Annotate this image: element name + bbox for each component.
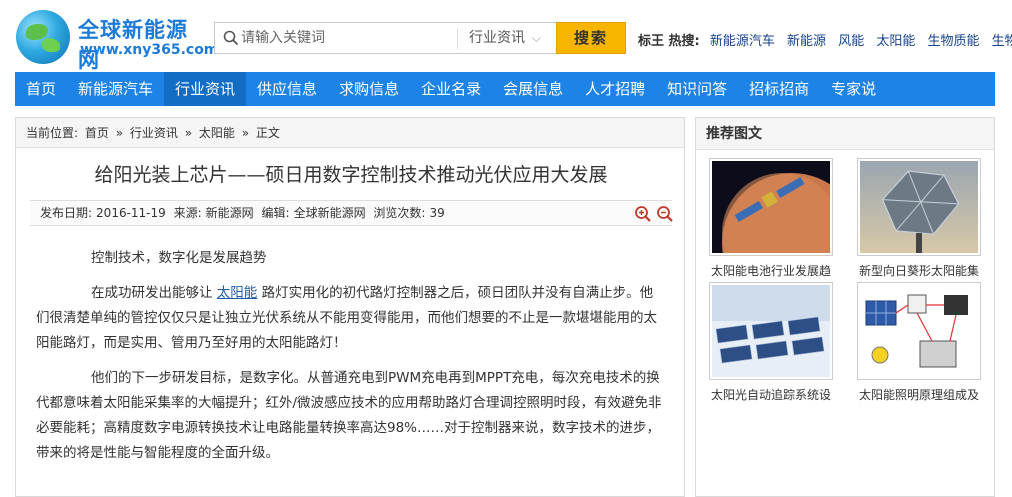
article-panel: 当前位置: 首页 » 行业资讯 » 太阳能 » 正文 给阳光装上芯片——硕日用数… <box>15 117 685 497</box>
chevron-down-icon: ⌵ <box>531 31 541 45</box>
breadcrumb: 当前位置: 首页 » 行业资讯 » 太阳能 » 正文 <box>16 118 684 148</box>
nav-item-purchase[interactable]: 求购信息 <box>328 72 410 106</box>
hot-link[interactable]: 生物质能 <box>928 34 980 49</box>
nav-item-nev[interactable]: 新能源汽车 <box>67 72 164 106</box>
recommended-caption[interactable]: 太阳能照明原理组成及 <box>854 386 984 403</box>
search-category-select[interactable]: 行业资讯 ⌵ <box>459 23 549 53</box>
hot-search: 标王 热搜: 新能源汽车 新能源 风能 太阳能 生物质能 生物燃 <box>638 30 1012 49</box>
hot-link[interactable]: 太阳能 <box>876 34 915 49</box>
recommended-item[interactable]: 太阳光自动追踪系统设 <box>706 282 836 403</box>
article-paragraph: 在成功研发出能够让 太阳能 路灯实用化的初代路灯控制器之后，硕日团队并没有自满止… <box>36 281 666 356</box>
article-paragraph: 他们的下一步研发目标，是数字化。从普通充电到PWM充电再到MPPT充电，每次充电… <box>36 370 662 461</box>
hot-link[interactable]: 风能 <box>838 34 864 49</box>
nav-item-jobs[interactable]: 人才招聘 <box>574 72 656 106</box>
sunflower-collector-thumbnail[interactable] <box>857 158 981 256</box>
recommended-caption[interactable]: 新型向日葵形太阳能集 <box>854 262 984 279</box>
article-meta: 发布日期: 2016-11-19 来源: 新能源网 编辑: 全球新能源网 浏览次数: 3… <box>30 200 674 226</box>
zoom-out-icon[interactable] <box>656 205 674 223</box>
nav-item-supply[interactable]: 供应信息 <box>246 72 328 106</box>
source-value: 新能源网 <box>205 206 254 220</box>
globe-logo-icon <box>16 10 70 64</box>
search-button[interactable]: 搜索 <box>556 22 626 54</box>
views-label: 浏览次数: <box>373 206 426 220</box>
logo-url: www.xny365.com <box>80 42 219 58</box>
breadcrumb-sep: » <box>184 126 193 140</box>
breadcrumb-sep: » <box>115 126 124 140</box>
recommended-item[interactable]: 太阳能电池行业发展趋 <box>706 158 836 279</box>
nav-item-exhibitions[interactable]: 会展信息 <box>492 72 574 106</box>
hot-link[interactable]: 新能源 <box>787 34 826 49</box>
recommended-item[interactable]: 新型向日葵形太阳能集 <box>854 158 984 279</box>
nav-item-bidding[interactable]: 招标招商 <box>738 72 820 106</box>
article-body: 控制技术，数字化是发展趋势 在成功研发出能够让 太阳能 路灯实用化的初代路灯控制… <box>36 246 666 476</box>
paragraph-text: 在成功研发出能够让 <box>91 285 217 301</box>
breadcrumb-item-current: 正文 <box>255 126 280 140</box>
solar-lighting-diagram-thumbnail[interactable] <box>857 282 981 380</box>
source-label: 来源: <box>173 206 202 220</box>
recommended-panel: 推荐图文 太阳能电池行业发展趋 新型向日葵形太阳能集 太阳光自动追踪系统设 太阳… <box>695 117 995 497</box>
breadcrumb-item-news[interactable]: 行业资讯 <box>130 126 178 140</box>
recommended-heading: 推荐图文 <box>696 118 994 150</box>
site-logo[interactable]: 全球新能源网 www.xny365.com <box>14 8 218 72</box>
date-label: 发布日期: <box>40 206 93 220</box>
editor-label: 编辑: <box>261 206 290 220</box>
satellite-thumbnail[interactable] <box>709 158 833 256</box>
nav-item-home[interactable]: 首页 <box>15 72 67 106</box>
nav-item-companies[interactable]: 企业名录 <box>410 72 492 106</box>
search-box: 行业资讯 ⌵ 搜索 <box>214 22 626 54</box>
editor-value: 全球新能源网 <box>293 206 366 220</box>
nav-item-experts[interactable]: 专家说 <box>820 72 887 106</box>
recommended-caption[interactable]: 太阳光自动追踪系统设 <box>706 386 836 403</box>
site-header: 全球新能源网 www.xny365.com 行业资讯 ⌵ 搜索 标王 热搜: 新… <box>0 0 1012 72</box>
solar-keyword-link[interactable]: 太阳能 <box>217 285 258 301</box>
solar-tracker-thumbnail[interactable] <box>709 282 833 380</box>
nav-item-industry-news[interactable]: 行业资讯 <box>164 72 247 106</box>
breadcrumb-sep: » <box>241 126 250 140</box>
search-category-value: 行业资讯 <box>469 30 525 46</box>
publish-date: 2016-11-19 <box>96 206 166 220</box>
article-paragraph: 控制技术，数字化是发展趋势 <box>91 250 267 266</box>
nav-item-qa[interactable]: 知识问答 <box>656 72 738 106</box>
main-nav: 首页 新能源汽车 行业资讯 供应信息 求购信息 企业名录 会展信息 人才招聘 知… <box>15 72 995 106</box>
hot-search-label: 标王 热搜: <box>638 34 700 49</box>
recommended-caption[interactable]: 太阳能电池行业发展趋 <box>706 262 836 279</box>
hot-link[interactable]: 生物燃 <box>992 34 1012 49</box>
breadcrumb-prefix: 当前位置: <box>26 126 79 140</box>
breadcrumb-item-solar[interactable]: 太阳能 <box>199 126 235 140</box>
search-input[interactable] <box>241 23 471 53</box>
hot-link[interactable]: 新能源汽车 <box>710 34 775 49</box>
breadcrumb-item-home[interactable]: 首页 <box>85 126 109 140</box>
zoom-in-icon[interactable] <box>634 205 652 223</box>
recommended-item[interactable]: 太阳能照明原理组成及 <box>854 282 984 403</box>
article-title: 给阳光装上芯片——硕日用数字控制技术推动光伏应用大发展 <box>94 164 608 186</box>
search-icon <box>223 30 239 46</box>
views-count: 39 <box>429 206 445 220</box>
